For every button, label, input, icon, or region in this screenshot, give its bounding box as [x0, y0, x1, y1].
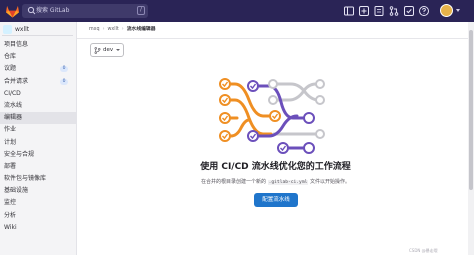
sidebar-item-monitor[interactable]: 监控: [0, 197, 76, 209]
plus-icon[interactable]: [358, 5, 370, 17]
sidebar-item-label: 仓库: [4, 53, 17, 61]
sidebar-item-label: 议题: [4, 65, 17, 73]
gitlab-logo-icon[interactable]: [5, 4, 20, 18]
issues-icon[interactable]: [373, 5, 385, 17]
empty-state-description: 在合并的根目录创建一个新的 .gitlab-ci.yml 文件以开始操作。: [77, 178, 474, 185]
ci-file-name: .gitlab-ci.yml: [267, 180, 309, 185]
empty-state-title: 使用 CI/CD 流水线优化您的工作流程: [200, 162, 351, 172]
chevron-down-icon: [116, 49, 120, 51]
empty-state-description-text: 在合并的根目录创建一个新的: [201, 179, 267, 185]
sidebar-item-repository[interactable]: 仓库: [0, 51, 76, 63]
merge-requests-count-badge: 0: [60, 78, 68, 85]
branch-selector[interactable]: dev: [90, 43, 124, 57]
sidebar-toggle-icon[interactable]: [343, 5, 355, 17]
sidebar-item-label: CI/CD: [4, 89, 21, 97]
sidebar-item-security[interactable]: 安全与合规: [0, 149, 76, 161]
sidebar-item-label: 监控: [4, 199, 17, 207]
sidebar-item-packages[interactable]: 软件包与镜像库: [0, 173, 76, 185]
sidebar-item-jobs[interactable]: 作业: [0, 124, 76, 136]
sidebar-item-editor[interactable]: 编辑器: [0, 112, 76, 125]
main-content: mxq › wxllt › 流水线编辑器 dev 使用 CI/CD 流水线优化您…: [77, 22, 474, 255]
breadcrumb-item[interactable]: mxq: [89, 27, 100, 32]
issues-count-badge: 0: [60, 66, 68, 73]
sidebar-item-plan[interactable]: 计划: [0, 137, 76, 149]
sidebar-item-label: 作业: [4, 126, 17, 134]
sidebar-item-label: 流水线: [4, 101, 23, 109]
sidebar-item-merge-requests[interactable]: 合并请求 0: [0, 76, 76, 88]
scrollbar-thumb[interactable]: [469, 30, 473, 190]
sidebar-item-label: Wiki: [4, 223, 17, 231]
help-icon[interactable]: [418, 5, 430, 17]
sidebar-item-project-info[interactable]: 项目信息: [0, 39, 76, 51]
breadcrumb-separator: ›: [121, 27, 124, 32]
header-divider: [77, 38, 474, 39]
breadcrumb: mxq › wxllt › 流水线编辑器: [89, 26, 156, 34]
breadcrumb-current[interactable]: 流水线编辑器: [127, 27, 156, 32]
chevron-down-icon[interactable]: [456, 9, 460, 12]
sidebar-item-label: 编辑器: [4, 114, 23, 122]
search-shortcut-badge: /: [137, 6, 145, 15]
sidebar-item-label: 软件包与镜像库: [4, 175, 47, 183]
watermark: CSDN @暴走哦: [409, 248, 438, 253]
sidebar-item-label: 基础设施: [4, 187, 29, 195]
sidebar-nav: 项目信息 仓库 议题 0 合并请求 0 CI/CD 流水线 编辑器 作业 计划 安全…: [0, 39, 76, 234]
configure-pipeline-button[interactable]: 配置流水线: [254, 193, 298, 207]
pipeline-illustration-icon: [219, 78, 325, 154]
avatar[interactable]: [440, 4, 453, 17]
sidebar-item-label: 安全与合规: [4, 150, 35, 158]
sidebar-item-label: 计划: [4, 138, 17, 146]
search-placeholder: 搜索 GitLab: [36, 7, 70, 14]
merge-requests-icon[interactable]: [388, 5, 400, 17]
todo-icon[interactable]: [403, 5, 415, 17]
sidebar-item-label: 项目信息: [4, 41, 29, 48]
sidebar-item-infrastructure[interactable]: 基础设施: [0, 185, 76, 197]
sidebar-project-header[interactable]: wxllt: [2, 24, 73, 36]
sidebar-item-issues[interactable]: 议题 0: [0, 63, 76, 75]
sidebar-item-label: 分析: [4, 211, 17, 219]
sidebar-item-ci-cd[interactable]: CI/CD: [0, 88, 76, 100]
sidebar-item-wiki[interactable]: Wiki: [0, 222, 76, 234]
search-box[interactable]: 搜索 GitLab /: [22, 4, 148, 18]
top-bar: 搜索 GitLab /: [0, 0, 474, 22]
sidebar: wxllt 项目信息 仓库 议题 0 合并请求 0 CI/CD 流水线 编辑器 作业…: [0, 22, 77, 255]
project-avatar: [3, 25, 12, 34]
breadcrumb-item[interactable]: wxllt: [107, 27, 118, 32]
sidebar-item-analytics[interactable]: 分析: [0, 210, 76, 222]
sidebar-item-label: 部署: [4, 162, 17, 170]
breadcrumb-separator: ›: [102, 27, 105, 32]
empty-state-description-text-end: 文件以开始操作。: [309, 179, 350, 185]
sidebar-item-pipelines[interactable]: 流水线: [0, 100, 76, 112]
project-name: wxllt: [15, 26, 30, 33]
sidebar-item-deployments[interactable]: 部署: [0, 161, 76, 173]
branch-icon: [94, 47, 101, 54]
branch-selector-value: dev: [103, 47, 114, 53]
sidebar-item-label: 合并请求: [4, 77, 29, 85]
